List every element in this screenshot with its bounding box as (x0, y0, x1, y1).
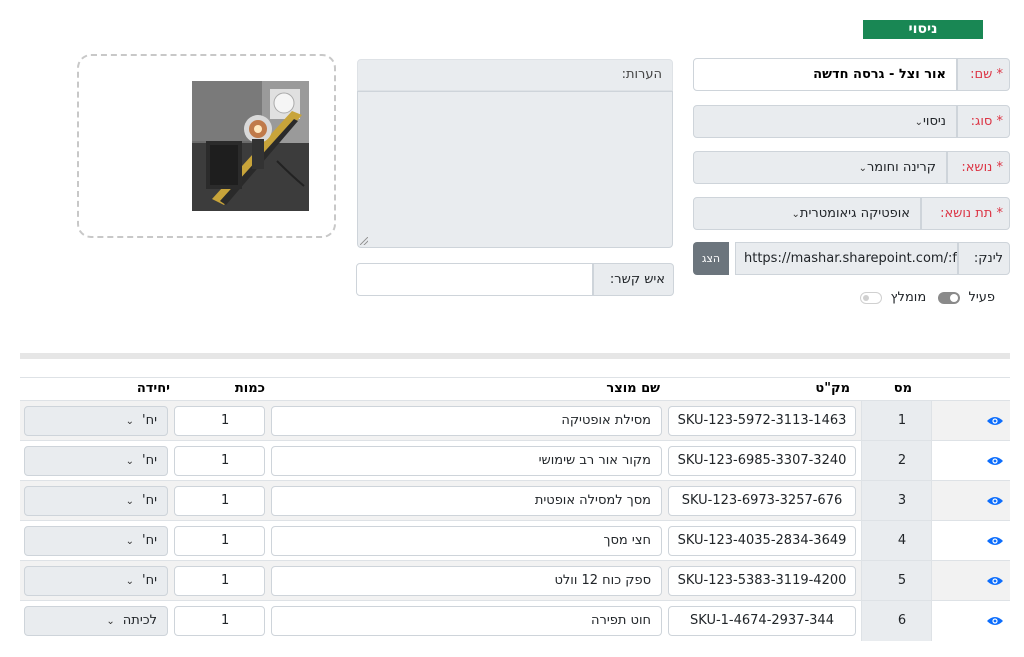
table-header-line (20, 377, 1010, 378)
subtopic-label: * תת נושא: (921, 197, 1010, 230)
quantity-field[interactable]: 1 (174, 406, 265, 436)
eye-icon[interactable] (987, 496, 1003, 506)
link-input[interactable]: https://mashar.sharepoint.com/:f: (735, 242, 958, 275)
subtopic-select[interactable]: אופטיקה גיאומטרית⌄ (693, 197, 921, 230)
row-number: 5 (897, 573, 907, 588)
contact-input[interactable] (356, 263, 593, 296)
chevron-down-icon: ⌄ (914, 117, 923, 128)
col-divider (931, 561, 932, 601)
table-row: 6 SKU-1-4674-2937-344 חוט תפירה 1 לכיתה⌄ (20, 600, 1010, 641)
eye-icon[interactable] (987, 456, 1003, 466)
col-divider (861, 441, 862, 481)
type-select[interactable]: ניסוי⌄ (693, 105, 957, 138)
eye-icon[interactable] (987, 416, 1003, 426)
quantity-field[interactable]: 1 (174, 526, 265, 556)
col-divider (861, 521, 862, 561)
table-row: 4 SKU-123-4035-2834-3649 חצי מסך 1 יח'⌄ (20, 520, 1010, 561)
sku-field[interactable]: SKU-123-5383-3119-4200 (668, 566, 856, 596)
col-divider (931, 441, 932, 481)
show-link-button[interactable]: הצג (693, 242, 729, 275)
unit-select[interactable]: יח'⌄ (24, 486, 168, 516)
section-divider (20, 353, 1010, 359)
sku-field[interactable]: SKU-123-6973-3257-676 (668, 486, 856, 516)
col-header-unit: יחידה (136, 381, 170, 396)
sku-field[interactable]: SKU-123-6985-3307-3240 (668, 446, 856, 476)
recommended-label: מומלץ (890, 290, 927, 305)
col-header-sku: מק"ט (815, 381, 850, 396)
notes-label: הערות: (357, 59, 673, 91)
quantity-field[interactable]: 1 (174, 446, 265, 476)
unit-select[interactable]: יח'⌄ (24, 446, 168, 476)
product-name-field[interactable]: מסך למסילה אופטית (271, 486, 662, 516)
chevron-down-icon: ⌄ (125, 456, 135, 467)
col-header-qty: כמות (234, 381, 265, 396)
sku-field[interactable]: SKU-1-4674-2937-344 (668, 606, 856, 636)
eye-icon[interactable] (987, 536, 1003, 546)
name-label: * שם: (957, 58, 1010, 91)
col-divider (861, 601, 862, 641)
product-name-field[interactable]: מקור אור רב שימושי (271, 446, 662, 476)
topic-label: * נושא: (947, 151, 1010, 184)
col-divider (931, 401, 932, 441)
table-row: 1 SKU-123-5972-3113-1463 מסילת אופטיקה 1 יח'… (20, 400, 1010, 441)
name-input[interactable]: אור וצל - גרסה חדשה (693, 58, 957, 91)
col-divider (931, 481, 932, 521)
col-header-num: מס (893, 381, 912, 396)
eye-icon[interactable] (987, 576, 1003, 586)
product-name-field[interactable]: מסילת אופטיקה (271, 406, 662, 436)
eye-icon[interactable] (987, 616, 1003, 626)
type-label: * סוג: (957, 105, 1010, 138)
sku-field[interactable]: SKU-123-5972-3113-1463 (668, 406, 856, 436)
page-title: ניסוי (863, 20, 983, 39)
chevron-down-icon: ⌄ (125, 416, 135, 427)
notes-textarea[interactable] (357, 91, 673, 248)
row-number: 2 (897, 453, 907, 468)
col-divider (931, 601, 932, 641)
resize-grip-icon[interactable] (360, 237, 368, 245)
unit-select[interactable]: יח'⌄ (24, 526, 168, 556)
toggles-row: פעיל מומלץ (840, 290, 995, 308)
quantity-field[interactable]: 1 (174, 566, 265, 596)
table-row: 3 SKU-123-6973-3257-676 מסך למסילה אופטית 1… (20, 480, 1010, 521)
chevron-down-icon: ⌄ (858, 163, 867, 174)
col-divider (861, 561, 862, 601)
col-divider (931, 521, 932, 561)
recommended-toggle[interactable] (860, 291, 883, 304)
unit-select[interactable]: יח'⌄ (24, 566, 168, 596)
chevron-down-icon: ⌄ (125, 496, 135, 507)
col-header-product: שם מוצר (606, 381, 660, 396)
product-name-field[interactable]: ספק כוח 12 וולט (271, 566, 662, 596)
chevron-down-icon: ⌄ (106, 616, 115, 627)
required-mark: * (996, 67, 1004, 82)
table-row: 2 SKU-123-6985-3307-3240 מקור אור רב שימוש… (20, 440, 1010, 481)
row-number: 6 (897, 613, 907, 628)
chevron-down-icon: ⌄ (125, 536, 135, 547)
chevron-down-icon: ⌄ (125, 576, 135, 587)
row-number: 4 (897, 533, 907, 548)
row-number: 1 (897, 413, 907, 428)
product-name-field[interactable]: חצי מסך (271, 526, 662, 556)
table-row: 5 SKU-123-5383-3119-4200 ספק כוח 12 וולט 1 י… (20, 560, 1010, 601)
sku-field[interactable]: SKU-123-4035-2834-3649 (668, 526, 856, 556)
active-toggle[interactable] (938, 291, 961, 304)
quantity-field[interactable]: 1 (174, 606, 265, 636)
active-label: פעיל (968, 290, 995, 305)
col-divider (861, 481, 862, 521)
quantity-field[interactable]: 1 (174, 486, 265, 516)
chevron-down-icon: ⌄ (791, 209, 800, 220)
row-number: 3 (897, 493, 907, 508)
topic-select[interactable]: קרינה וחומר⌄ (693, 151, 947, 184)
unit-select[interactable]: לכיתה⌄ (24, 606, 168, 636)
experiment-photo (192, 81, 309, 211)
unit-select[interactable]: יח'⌄ (24, 406, 168, 436)
col-divider (861, 401, 862, 441)
contact-label: איש קשר: (593, 263, 674, 296)
product-name-field[interactable]: חוט תפירה (271, 606, 662, 636)
link-label: לינק: (958, 242, 1010, 275)
